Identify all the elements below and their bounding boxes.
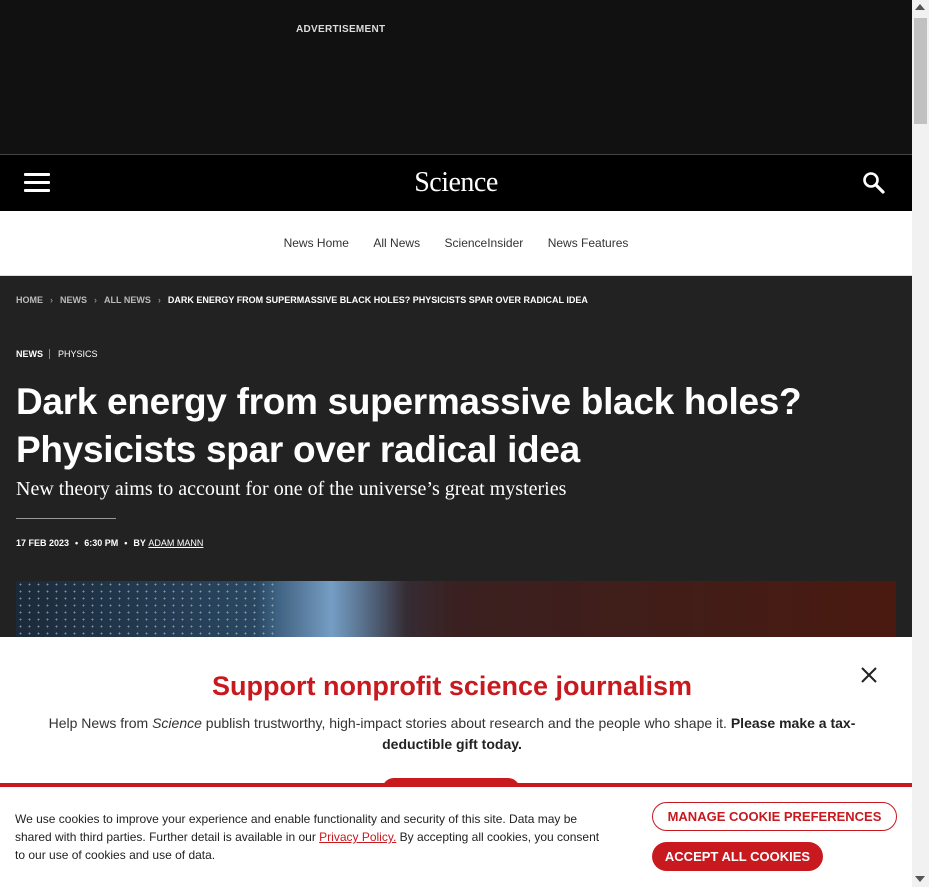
news-subnav: News Home All News ScienceInsider News F… [0,211,912,276]
scrollbar-thumb[interactable] [914,18,927,124]
site-header: Science [0,155,912,211]
scroll-up-icon[interactable] [915,4,925,10]
breadcrumb-news[interactable]: NEWS [60,295,87,305]
advertisement-label: ADVERTISEMENT [296,24,386,35]
breadcrumb-all-news[interactable]: ALL NEWS [104,295,151,305]
manage-cookie-preferences-button[interactable]: MANAGE COOKIE PREFERENCES [652,802,897,831]
subnav-news-features[interactable]: News Features [548,211,629,275]
search-icon [863,172,885,194]
site-logo[interactable]: Science [0,167,912,199]
article-meta: 17 FEB 2023 • 6:30 PM • BY ADAM MANN [16,538,204,548]
advertisement-area: ADVERTISEMENT [0,0,912,155]
cookie-message: We use cookies to improve your experienc… [15,812,600,862]
scrollbar[interactable] [912,0,929,887]
accept-all-cookies-button[interactable]: ACCEPT ALL COOKIES [652,842,823,871]
subnav-all-news[interactable]: All News [373,211,420,275]
tag-physics[interactable]: PHYSICS [49,349,98,359]
breadcrumb: HOME › NEWS › ALL NEWS › DARK ENERGY FROM SUPE… [16,295,588,305]
subnav-scienceinsider[interactable]: ScienceInsider [445,211,524,275]
article-subtitle: New theory aims to account for one of th… [16,478,567,500]
chevron-right-icon: › [157,295,161,305]
donation-title: Support nonprofit science journalism [211,671,693,701]
breadcrumb-home[interactable]: HOME [16,295,43,305]
article-tags: NEWS PHYSICS [16,349,98,359]
chevron-right-icon: › [94,295,97,305]
privacy-policy-link[interactable]: Privacy Policy. [319,830,396,844]
article-time: 6:30 PM [84,538,119,548]
divider [16,518,116,519]
article-date: 17 FEB 2023 [16,538,70,548]
byline-label: BY [133,538,146,548]
tag-news[interactable]: NEWS [16,349,43,359]
breadcrumb-current: DARK ENERGY FROM SUPERMASSIVE BLACK HOLE… [167,295,588,305]
page: ADVERTISEMENT Science News Home All News… [0,0,912,887]
article-title: Dark energy from supermassive black hole… [16,381,802,470]
hero-image [16,581,896,641]
subnav-news-home[interactable]: News Home [284,211,349,275]
scroll-down-icon[interactable] [915,876,925,882]
donation-message: Help News from Science publish trustwort… [48,715,856,752]
search-button[interactable] [862,171,886,200]
chevron-right-icon: › [50,295,53,305]
author-link[interactable]: ADAM MANN [148,538,203,548]
